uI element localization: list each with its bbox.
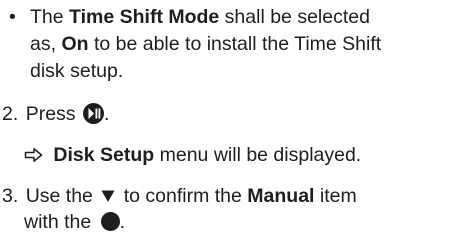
result-text: menu will be displayed.: [154, 144, 362, 166]
step-3-line-1-pre: Use the: [25, 185, 99, 207]
manual-label: Manual: [247, 185, 315, 207]
step-3-line-2-post: .: [119, 211, 126, 233]
bullet-line-2-pre: as,: [30, 33, 62, 55]
bullet-line-2-post: to be able to install the Time Shift: [88, 33, 382, 55]
result-line: Disk Setup menu will be displayed.: [24, 143, 361, 169]
step-2-text-post: .: [103, 103, 110, 125]
step-3-number: 3.: [2, 185, 19, 207]
step-2-number: 2.: [2, 103, 19, 125]
on-label: On: [61, 33, 89, 55]
step-3-line-2: with the .: [24, 210, 125, 234]
result-arrow-icon: [24, 145, 44, 169]
bullet-line-3: disk setup.: [30, 60, 124, 82]
step-3-line-2-pre: with the: [24, 211, 97, 233]
bullet-line-1-pre: The: [30, 6, 70, 28]
disk-setup-label: Disk Setup: [53, 144, 155, 166]
ok-button-icon: [100, 212, 120, 231]
step-3-line-1: 3. Use the to confirm the Manual item: [2, 184, 357, 209]
step-3-line-1-post: item: [314, 185, 357, 207]
bullet-line-2: as, On to be able to install the Time Sh…: [30, 32, 381, 56]
bullet-marker: •: [9, 6, 16, 28]
play-pause-button-icon: [82, 103, 104, 124]
step-2: 2. Press .: [2, 102, 109, 126]
bullet-line-1-post: shall be selected: [219, 6, 370, 28]
bullet-line-1: The Time Shift Mode shall be selected: [30, 5, 370, 29]
time-shift-mode-label: Time Shift Mode: [69, 6, 220, 28]
step-3-line-1-mid: to confirm the: [118, 185, 248, 207]
step-2-text-pre: Press: [25, 103, 81, 125]
down-triangle-icon: [101, 185, 115, 209]
